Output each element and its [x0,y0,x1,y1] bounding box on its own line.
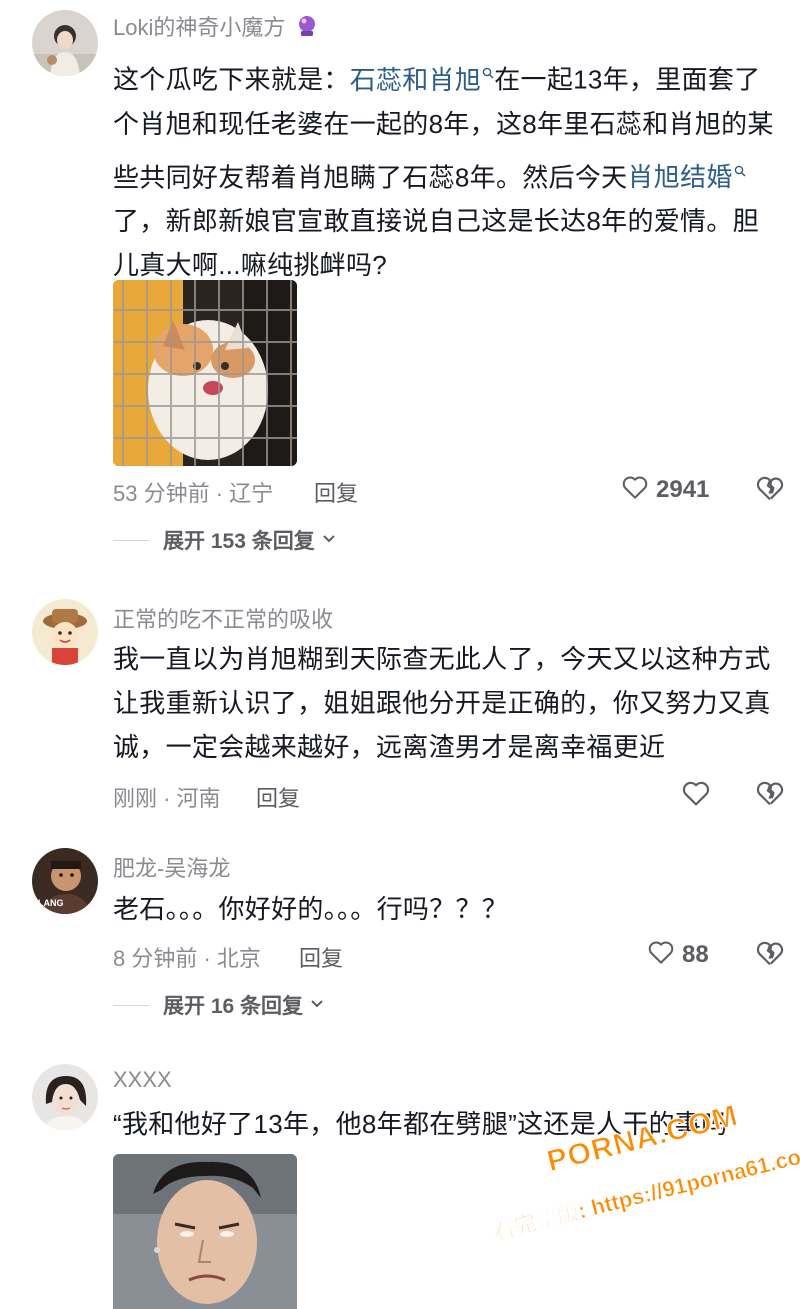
expand-replies-button[interactable]: 展开 153 条回复 [113,525,337,555]
heart-icon [646,937,676,972]
comment-text: “我和他好了13年，他8年都在劈腿”这还是人干的事吗 [113,1109,728,1139]
like-button[interactable]: 88 [646,937,709,972]
heart-icon [620,472,650,507]
reply-button[interactable]: 回复 [256,781,300,813]
broken-heart-icon [754,476,786,508]
like-count: 88 [682,940,709,968]
username[interactable]: 肥龙-吴海龙 [113,851,230,883]
comment-text: 我一直以为肖旭糊到天际查无此人了，今天又以这种方式让我重新认识了，姐姐跟他分开是… [113,644,771,762]
dislike-button[interactable] [754,937,786,974]
username[interactable]: XXXX [113,1067,172,1093]
username[interactable]: 正常的吃不正常的吸收 [113,602,333,634]
comment-text: 老石。。。你好好的。。。行吗？？？ [113,894,509,924]
broken-heart-icon [754,941,786,973]
avatar[interactable]: LANG [32,848,98,914]
svg-text:LANG: LANG [38,898,64,908]
reply-button[interactable]: 回复 [314,476,358,508]
heart-icon [680,777,712,814]
time-location: 53 分钟前 · 辽宁 [113,481,274,506]
time-location: 8 分钟前 · 北京 [113,946,261,971]
time-location: 刚刚 · 河南 [113,786,221,811]
comment-image[interactable] [113,1154,297,1309]
reply-button[interactable]: 回复 [299,941,343,973]
username[interactable]: Loki的神奇小魔方 [113,10,319,44]
expand-replies-button[interactable]: 展开 16 条回复 [113,990,325,1020]
chevron-down-icon [309,995,325,1016]
chevron-down-icon [321,530,337,551]
search-icon [734,146,746,190]
avatar[interactable] [32,1064,98,1130]
watermark-url: 看完整版: https://91porna61.com [490,1139,800,1245]
dislike-button[interactable] [754,777,786,814]
search-icon [482,48,494,92]
dislike-button[interactable] [754,472,786,509]
like-count: 2941 [656,475,710,503]
broken-heart-icon [754,781,786,813]
avatar[interactable] [32,599,98,665]
like-button[interactable]: 2941 [620,472,709,507]
comment-text: 这个瓜吃下来就是：石蕊和肖旭 在一起13年，里面套了个肖旭和现任老婆在一起的8年，… [113,48,785,287]
like-button[interactable] [680,777,712,814]
divider-line [113,1004,149,1006]
search-link[interactable]: 肖旭结婚 [627,162,746,192]
watermark: PORNA.COM 看完整版: https://91porna61.com [470,1060,800,1295]
search-link[interactable]: 石蕊和肖旭 [350,65,495,95]
crystal-ball-icon [295,14,319,44]
divider-line [113,539,149,541]
avatar[interactable] [32,10,98,76]
comment-image[interactable] [113,280,297,466]
